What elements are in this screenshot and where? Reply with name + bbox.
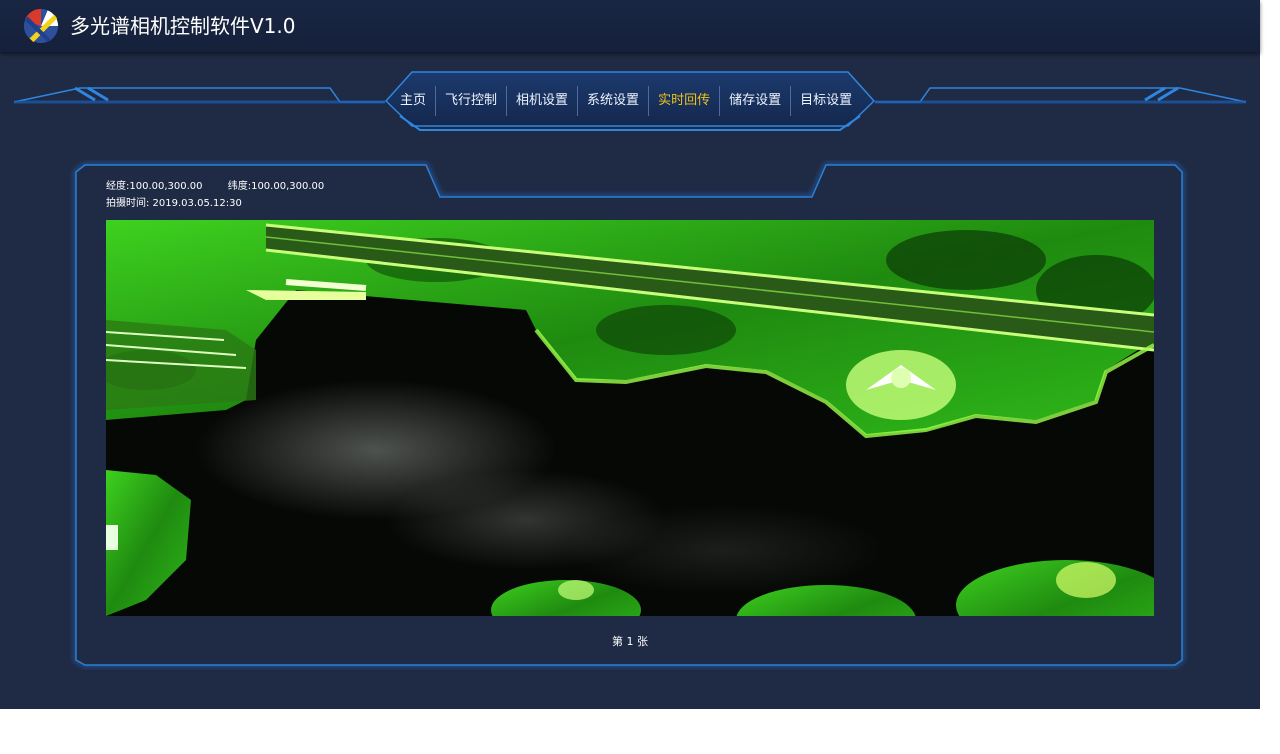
capture-info: 经度:100.00,300.00 纬度:100.00,300.00 拍摄时间: …	[106, 178, 346, 212]
capture-time-label: 拍摄时间: 2019.03.05.12:30	[106, 198, 242, 209]
longitude-label: 经度:100.00,300.00	[106, 181, 203, 192]
app-title: 多光谱相机控制软件V1.0	[70, 14, 296, 38]
main-nav: 主页 飞行控制 相机设置 系统设置 实时回传 储存设置 目标设置	[394, 86, 861, 116]
app-window: 多光谱相机控制软件V1.0 主页 飞行控制 相机设置 系统设置 实时回传 储存设…	[0, 0, 1260, 709]
nav-item-realtime-feed[interactable]: 实时回传	[648, 86, 719, 116]
nav-item-system-settings[interactable]: 系统设置	[577, 86, 648, 116]
latitude-label: 纬度:100.00,300.00	[227, 181, 325, 192]
nav-item-camera-settings[interactable]: 相机设置	[506, 86, 577, 116]
nav-item-flight-control[interactable]: 飞行控制	[435, 86, 506, 116]
page-counter: 第 1 张	[612, 635, 648, 648]
nav-item-storage-settings[interactable]: 储存设置	[719, 86, 790, 116]
multispectral-image	[106, 220, 1154, 616]
nav-item-home[interactable]: 主页	[394, 86, 435, 116]
title-bar: 多光谱相机控制软件V1.0	[0, 0, 1260, 52]
nav-item-target-settings[interactable]: 目标设置	[790, 86, 861, 116]
app-logo-icon	[23, 8, 59, 44]
